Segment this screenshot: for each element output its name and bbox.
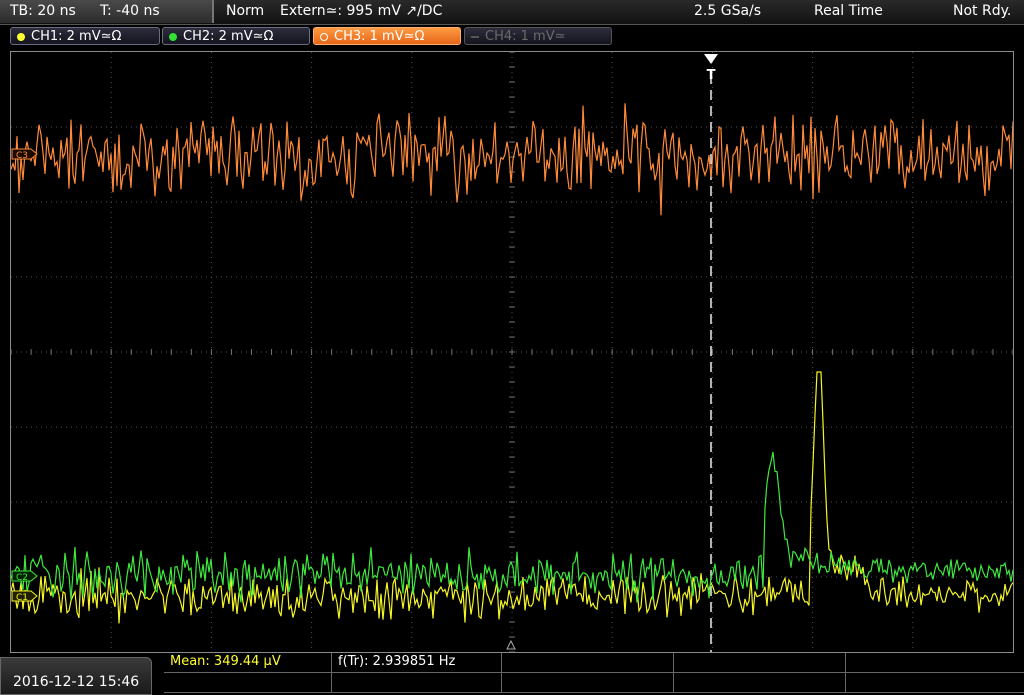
tab-ch2[interactable]: CH2: 2 mV≃Ω [162, 27, 310, 45]
ch3-dot-icon [320, 33, 328, 41]
ch3-marker-label: C3 [16, 151, 28, 161]
ch2-label: CH2: 2 mV≃Ω [183, 29, 274, 44]
measurement-table[interactable]: Mean: 349.44 µV f(Tr): 2.939851 Hz [164, 653, 1024, 695]
bottom-bar: 2016-12-12 15:46 Mean: 349.44 µV f(Tr): … [0, 653, 1024, 695]
sample-rate[interactable]: 2.5 GSa/s [694, 3, 761, 19]
measurement-slot-4[interactable] [674, 653, 846, 673]
ch4-off-icon [471, 36, 479, 38]
trigger-marker-label: T [707, 68, 716, 83]
measurement-frequency[interactable]: f(Tr): 2.939851 Hz [332, 653, 502, 673]
measurement-slot-10[interactable] [846, 673, 1024, 693]
acquisition-mode[interactable]: Real Time [814, 3, 883, 19]
ch1-marker-label: C1 [16, 593, 28, 603]
ch1-label: CH1: 2 mV≃Ω [31, 29, 122, 44]
channel-tabs: CH1: 2 mV≃Ω CH2: 2 mV≃Ω CH3: 1 mV≃Ω CH4:… [0, 25, 1024, 49]
measurement-mean[interactable]: Mean: 349.44 µV [164, 653, 332, 673]
datetime: 2016-12-12 15:46 [13, 674, 140, 690]
ch1-dot-icon [17, 33, 25, 41]
ch2-offset-marker[interactable]: C2 [11, 570, 38, 583]
waveform-plot[interactable]: T C3 C2 C1 [11, 52, 1013, 652]
timebase-readout[interactable]: TB: 20 ns [10, 3, 76, 19]
tab-ch3[interactable]: CH3: 1 mV≃Ω [313, 27, 461, 45]
trigger-arrow-icon[interactable] [704, 54, 718, 64]
trigger-mode[interactable]: Norm [226, 3, 264, 19]
datetime-box: 2016-12-12 15:46 [0, 657, 152, 695]
trigger-source[interactable]: Extern≃: 995 mV ↗/DC [280, 3, 442, 19]
measurement-slot-3[interactable] [502, 653, 674, 673]
ch3-label: CH3: 1 mV≃Ω [334, 29, 425, 44]
ch2-marker-label: C2 [16, 573, 28, 583]
measurement-slot-6[interactable] [164, 673, 332, 693]
ch3-offset-marker[interactable]: C3 [11, 148, 38, 161]
acquisition-status: Not Rdy. [953, 3, 1012, 19]
measurement-slot-7[interactable] [332, 673, 502, 693]
ch3-waveform [11, 103, 1013, 216]
measurement-slot-8[interactable] [502, 673, 674, 693]
measurement-slot-5[interactable] [846, 653, 1024, 673]
tab-ch4[interactable]: CH4: 1 mV≃ [464, 27, 612, 45]
measurement-slot-9[interactable] [674, 673, 846, 693]
waveform-display[interactable]: T C3 C2 C1 [10, 51, 1014, 653]
trigger-position-icon [506, 639, 516, 650]
status-bar: TB: 20 ns T: -40 ns Norm Extern≃: 995 mV… [0, 0, 1024, 25]
ch4-label: CH4: 1 mV≃ [485, 29, 566, 44]
tab-ch1[interactable]: CH1: 2 mV≃Ω [10, 27, 160, 45]
ch2-dot-icon [169, 33, 177, 41]
trigger-position-readout[interactable]: T: -40 ns [100, 3, 160, 19]
